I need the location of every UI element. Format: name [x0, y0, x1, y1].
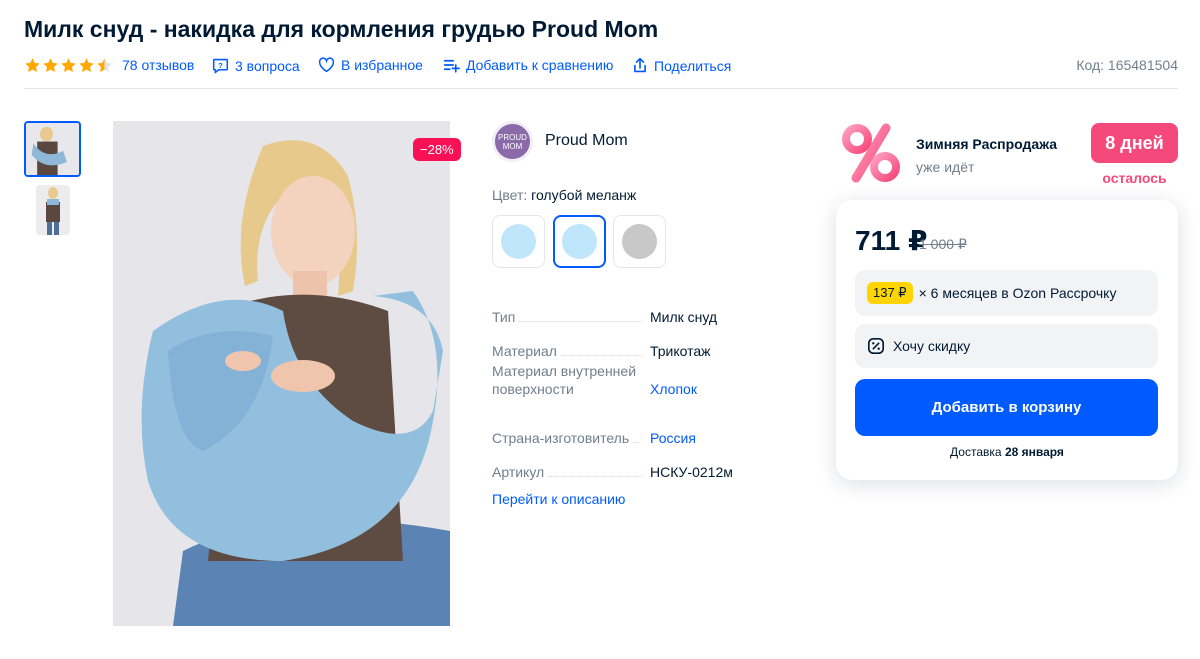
product-photo [113, 121, 450, 626]
spec-value-link[interactable]: Хлопок [650, 380, 697, 398]
spec-key: Артикул [492, 463, 549, 481]
color-value: голубой меланж [531, 187, 637, 203]
spec-leader [516, 321, 642, 322]
color-swatch-1[interactable] [492, 215, 545, 268]
sale-days-remaining: осталось [1102, 170, 1167, 186]
spec-row-inner-material: Материал внутренней поверхности Хлопок [492, 362, 732, 398]
share-button[interactable]: Поделиться [632, 57, 731, 74]
share-icon [634, 57, 646, 73]
favorite-label: В избранное [341, 57, 423, 73]
spec-row-material: Материал Трикотаж [492, 326, 732, 360]
compare-list-icon [443, 59, 460, 73]
want-discount-label: Хочу скидку [893, 338, 971, 354]
spec-key: Страна-изготовитель [492, 429, 634, 447]
spec-row-article: Артикул НСКУ-0212м [492, 447, 733, 481]
star-icon [79, 58, 94, 72]
swatch-dot [501, 224, 536, 259]
heart-icon [318, 57, 335, 73]
reviews-label: 78 отзывов [122, 57, 195, 73]
old-price: 1 000 ₽ [919, 236, 967, 252]
questions-link[interactable]: ? 3 вопроса [212, 57, 300, 74]
question-bubble-icon: ? [212, 58, 229, 74]
spec-key: Материал [492, 342, 561, 360]
buy-card: 711 ₽ 1 000 ₽ 137 ₽ × 6 месяцев в Ozon Р… [836, 200, 1178, 480]
discount-tag-icon [867, 337, 885, 355]
star-icon [43, 58, 58, 72]
thumbnail-image [36, 185, 70, 235]
swatch-dot [562, 224, 597, 259]
spec-leader [556, 355, 642, 356]
add-to-cart-button[interactable]: Добавить в корзину [855, 379, 1158, 436]
share-label: Поделиться [654, 57, 732, 74]
color-label: Цвет: голубой меланж [492, 187, 636, 203]
spec-row-type: Тип Милк снуд [492, 292, 732, 326]
brand-logo[interactable]: PROUD MOM [492, 121, 533, 162]
delivery-label: Доставка [950, 445, 1002, 459]
color-label-key: Цвет: [492, 187, 528, 203]
gallery-thumbnail-1[interactable] [24, 121, 81, 177]
installment-offer[interactable]: 137 ₽ × 6 месяцев в Ozon Рассрочку [855, 270, 1158, 316]
delivery-date: 28 января [1004, 445, 1064, 459]
spec-key: Тип [492, 308, 520, 326]
sale-title[interactable]: Зимняя Распродажа [916, 136, 1057, 152]
go-to-description-link[interactable]: Перейти к описанию [492, 491, 625, 507]
sale-days-badge: 8 дней [1091, 123, 1178, 163]
star-icon [61, 58, 76, 72]
color-swatch-2[interactable] [553, 215, 606, 268]
installment-text: × 6 месяцев в Ozon Рассрочку [918, 285, 1117, 301]
swatch-dot [622, 224, 657, 259]
compare-label: Добавить к сравнению [466, 57, 614, 73]
sale-subtitle: уже идёт [916, 159, 975, 175]
favorite-button[interactable]: В избранное [318, 57, 423, 73]
compare-button[interactable]: Добавить к сравнению [443, 57, 613, 73]
spec-value-link[interactable]: Россия [650, 429, 696, 447]
spec-value: НСКУ-0212м [650, 464, 733, 480]
star-icon [25, 58, 40, 72]
brand-name[interactable]: Proud Mom [545, 132, 628, 150]
thumbnail-image [26, 123, 79, 175]
spec-row-country: Страна-изготовитель Россия [492, 413, 732, 447]
current-price: 711 ₽ [855, 225, 928, 256]
want-discount-button[interactable]: Хочу скидку [855, 324, 1158, 368]
product-code: Код: 165481504 [1076, 57, 1178, 73]
spec-value: Трикотаж [650, 343, 711, 359]
questions-label: 3 вопроса [235, 57, 300, 74]
product-title: Милк снуд - накидка для кормления грудью… [24, 16, 659, 42]
reviews-link[interactable]: 78 отзывов [122, 57, 194, 73]
delivery-info: Доставка 28 января [836, 445, 1178, 459]
spec-leader [548, 476, 642, 477]
svg-text:?: ? [218, 61, 223, 70]
color-swatch-3[interactable] [613, 215, 666, 268]
discount-badge: −28% [413, 138, 461, 161]
product-main-image[interactable] [113, 121, 450, 626]
product-meta-row: 78 отзывов ? 3 вопроса В избранное Добав… [24, 57, 1178, 77]
header-divider [24, 88, 1178, 89]
star-half-icon [97, 58, 112, 72]
percent-sale-icon [842, 123, 900, 183]
rating-stars[interactable] [24, 57, 113, 74]
gallery-thumbnail-2[interactable] [36, 185, 70, 235]
spec-value: Милк снуд [650, 309, 718, 325]
spec-key: Материал внутренней поверхности [492, 362, 642, 398]
installment-amount: 137 ₽ [867, 282, 913, 304]
